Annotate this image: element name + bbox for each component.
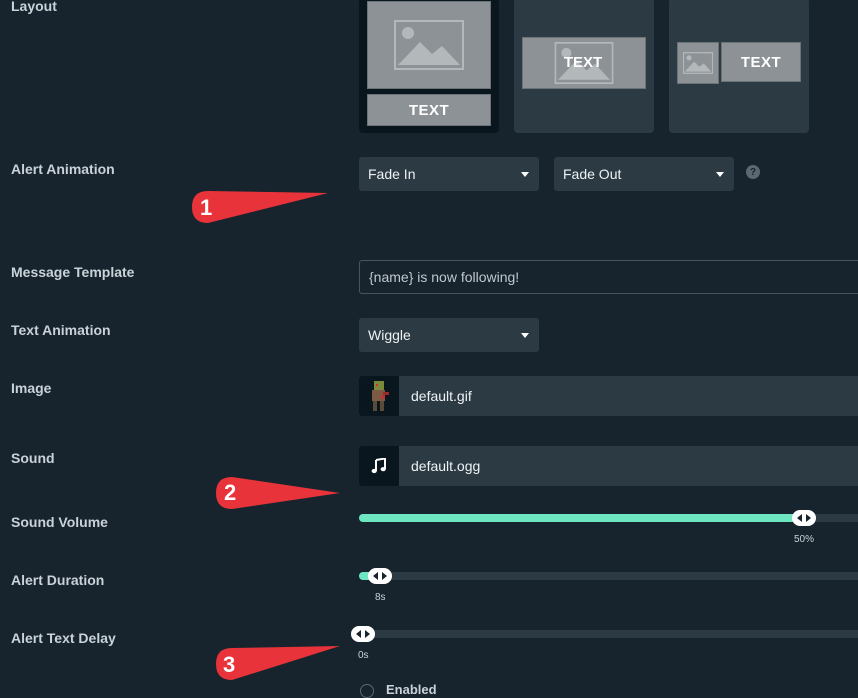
alert-text-delay-slider[interactable] — [351, 626, 858, 642]
text-animation-label: Text Animation — [11, 322, 111, 338]
sound-volume-label: Sound Volume — [11, 514, 108, 530]
sound-thumbnail — [359, 446, 399, 486]
layout-label: Layout — [11, 0, 57, 14]
image-file-picker[interactable]: default.gif — [359, 376, 858, 416]
layout-option-image-left[interactable]: TEXT — [669, 0, 809, 133]
sound-filename: default.ogg — [411, 458, 481, 474]
alert-duration-slider[interactable] — [359, 568, 858, 584]
image-placeholder-icon — [367, 1, 491, 89]
alert-text-delay-value: 0s — [358, 650, 369, 661]
drag-arrows-icon — [797, 514, 811, 522]
help-icon[interactable]: ? — [746, 165, 760, 179]
music-note-icon — [371, 458, 386, 474]
sound-volume-value: 50% — [794, 534, 815, 545]
chevron-down-icon — [521, 333, 529, 338]
callout-3: 3 — [214, 644, 342, 682]
callout-number: 2 — [224, 480, 237, 505]
alert-duration-label: Alert Duration — [11, 572, 105, 588]
image-placeholder-icon — [677, 42, 719, 84]
slider-handle[interactable] — [368, 568, 392, 584]
image-filename: default.gif — [411, 388, 472, 404]
callout-1: 1 — [190, 189, 330, 227]
alert-duration-value: 8s — [375, 592, 386, 603]
alert-animation-out-select[interactable]: Fade Out — [554, 157, 734, 191]
alert-animation-label: Alert Animation — [11, 161, 115, 177]
alert-animation-out-value: Fade Out — [563, 166, 622, 182]
sound-file-picker[interactable]: default.ogg — [359, 446, 858, 486]
callout-number: 3 — [223, 652, 236, 677]
alert-animation-in-value: Fade In — [368, 166, 416, 182]
slider-fill — [359, 514, 804, 522]
layout-option-image-above[interactable]: TEXT — [359, 0, 499, 133]
message-template-input[interactable]: {name} is now following! — [359, 260, 858, 294]
callout-2: 2 — [214, 475, 342, 511]
enabled-radio[interactable] — [360, 684, 374, 698]
text-animation-select[interactable]: Wiggle — [359, 318, 539, 352]
drag-arrows-icon — [356, 630, 370, 638]
alert-animation-in-select[interactable]: Fade In — [359, 157, 539, 191]
callout-number: 1 — [200, 195, 213, 220]
layout-text-block: TEXT — [721, 42, 801, 82]
chevron-down-icon — [521, 172, 529, 177]
slider-handle[interactable] — [792, 510, 816, 526]
alert-text-delay-label: Alert Text Delay — [11, 630, 116, 646]
layout-option-image-behind[interactable]: TEXT — [514, 0, 654, 133]
zombie-sprite-icon — [372, 381, 389, 411]
layout-text-block: TEXT — [563, 53, 603, 71]
chevron-down-icon — [716, 172, 724, 177]
sound-volume-slider[interactable] — [359, 510, 858, 526]
image-label: Image — [11, 380, 52, 396]
drag-arrows-icon — [373, 572, 387, 580]
slider-handle[interactable] — [351, 626, 375, 642]
text-animation-value: Wiggle — [368, 327, 411, 343]
image-thumbnail — [359, 376, 399, 416]
message-template-label: Message Template — [11, 264, 135, 280]
layout-text-block: TEXT — [367, 94, 491, 126]
sound-label: Sound — [11, 450, 55, 466]
